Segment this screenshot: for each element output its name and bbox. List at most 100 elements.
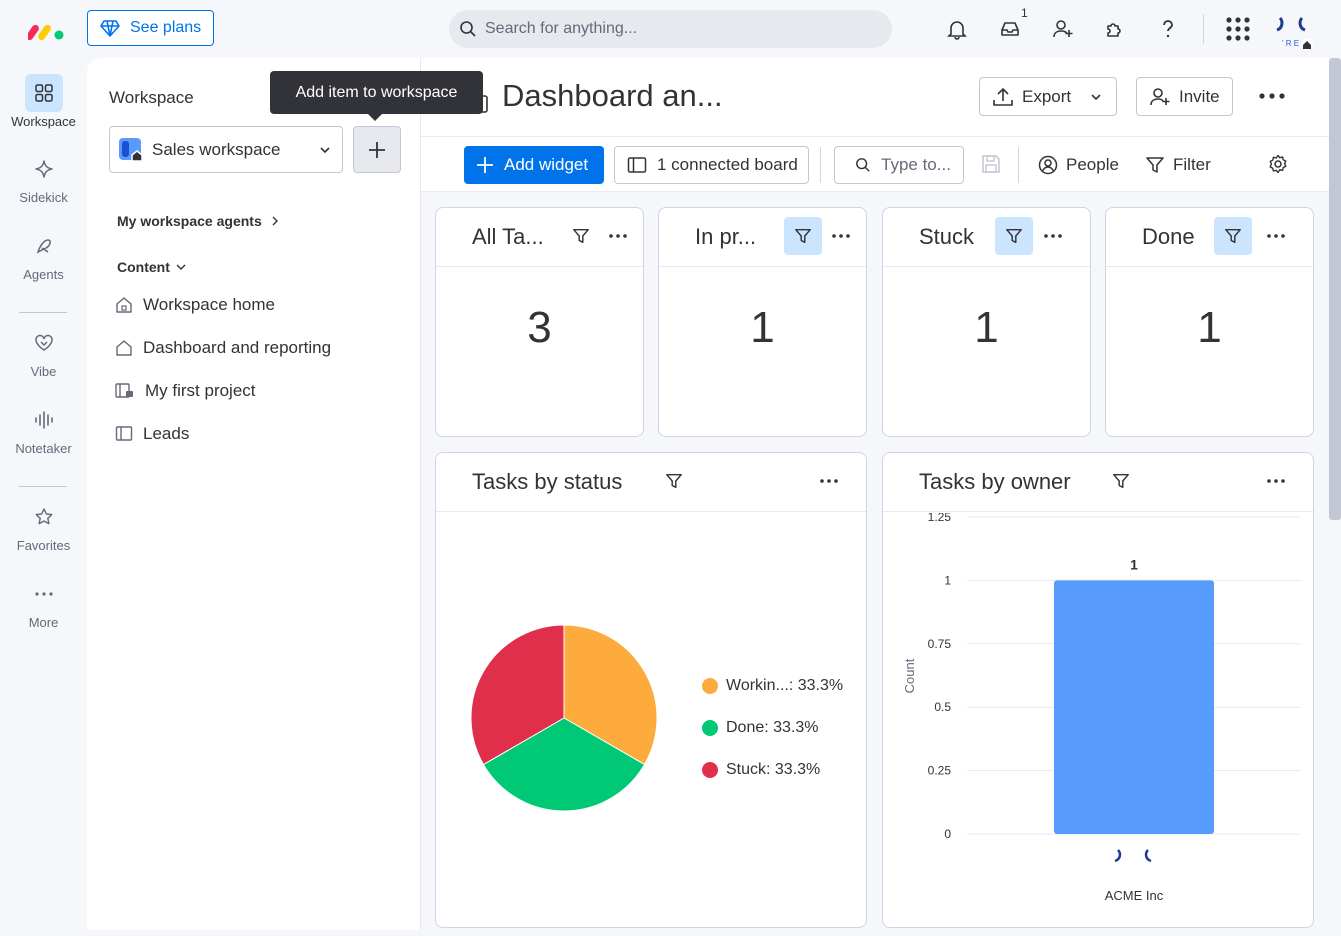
rail-label: Sidekick <box>19 190 68 205</box>
nav-item-workspace-home[interactable]: Workspace home <box>115 295 275 315</box>
monday-logo-icon[interactable] <box>28 16 66 42</box>
widget-filter-icon[interactable] <box>1102 462 1140 500</box>
global-search-input[interactable]: Search for anything... <box>449 10 892 48</box>
bar-acme-inc[interactable] <box>1054 580 1214 834</box>
y-axis-label: Count <box>902 658 917 693</box>
heart-icon <box>34 334 53 351</box>
toolbar-divider <box>1018 147 1019 183</box>
widget-done[interactable]: Done 1 <box>1105 207 1314 437</box>
rail-item-workspace[interactable]: Workspace <box>0 74 87 129</box>
nav-item-leads[interactable]: Leads <box>115 424 189 444</box>
dashboard-search-placeholder: Type to... <box>881 155 951 174</box>
rail-item-notetaker[interactable]: Notetaker <box>0 401 87 456</box>
rail-label: More <box>28 615 59 630</box>
chevron-down-icon <box>320 146 330 153</box>
widget-number: 1 <box>750 303 775 352</box>
people-filter-button[interactable]: People <box>1038 146 1119 184</box>
invite-members-icon[interactable] <box>1050 16 1076 42</box>
diamond-icon <box>100 20 120 37</box>
invite-button[interactable]: Invite <box>1136 77 1233 116</box>
filter-button[interactable]: Filter <box>1145 146 1211 184</box>
widget-filter-icon[interactable] <box>995 217 1033 255</box>
widget-menu-icon[interactable] <box>1265 225 1287 247</box>
rail-item-sidekick[interactable]: Sidekick <box>0 150 87 205</box>
dashboard-search-input[interactable]: Type to... <box>834 146 964 184</box>
widget-title: All Ta... <box>472 224 544 249</box>
workspace-selector[interactable]: Sales workspace <box>109 126 343 173</box>
chevron-right-icon <box>272 216 278 226</box>
add-widget-button[interactable]: Add widget <box>464 146 604 184</box>
grid-icon <box>34 84 53 102</box>
widget-menu-icon[interactable] <box>830 225 852 247</box>
widget-header: Tasks by owner <box>883 453 1313 512</box>
page-title[interactable]: Dashboard an... <box>502 78 723 114</box>
workspace-agents-link[interactable]: My workspace agents <box>117 213 280 229</box>
widget-menu-icon[interactable] <box>607 225 629 247</box>
vertical-scrollbar[interactable] <box>1329 58 1341 520</box>
rail-item-agents[interactable]: Agents <box>0 227 87 282</box>
rail-item-more[interactable]: More <box>0 575 87 630</box>
add-widget-label: Add widget <box>504 155 589 174</box>
export-button[interactable]: Export <box>979 77 1117 116</box>
nav-item-first-project[interactable]: My first project <box>115 381 256 401</box>
workspace-avatar-icon <box>118 137 144 163</box>
legend-label: Done: 33.3% <box>726 719 819 736</box>
filter-label: Filter <box>1173 155 1211 174</box>
widget-title: Done <box>1142 224 1195 249</box>
top-bar: See plans Search for anything... 1 ' R E <box>0 0 1341 58</box>
board-lock-icon <box>115 383 133 398</box>
widget-filter-icon[interactable] <box>784 217 822 255</box>
widget-tasks-by-status[interactable]: Tasks by status Workin...: 33.3% Done: 3… <box>435 452 867 928</box>
invite-label: Invite <box>1179 86 1220 106</box>
widget-filter-icon[interactable] <box>1214 217 1252 255</box>
add-item-button[interactable] <box>353 126 401 173</box>
widget-menu-icon[interactable] <box>1265 470 1287 492</box>
widget-title: Stuck <box>919 224 975 249</box>
svg-text:' R E: ' R E <box>1282 39 1299 48</box>
more-options-icon[interactable] <box>1257 84 1287 108</box>
gear-icon[interactable] <box>1268 154 1288 174</box>
x-tick-label: ACME Inc <box>1105 888 1164 903</box>
inbox-icon[interactable] <box>997 16 1023 42</box>
widget-menu-icon[interactable] <box>818 470 840 492</box>
legend-swatch <box>702 762 718 778</box>
rail-label: Notetaker <box>15 441 72 456</box>
apps-puzzle-icon[interactable] <box>1102 16 1128 42</box>
y-tick-label: 1.25 <box>928 513 952 524</box>
widget-number: 1 <box>1197 303 1222 352</box>
widget-all-tasks[interactable]: All Ta... 3 <box>435 207 644 437</box>
widget-tasks-by-owner[interactable]: Tasks by owner 0 0.25 0.5 0.75 1 1.25 Count 1 AC… <box>882 452 1314 928</box>
apps-grid-icon[interactable] <box>1225 16 1251 42</box>
search-icon <box>460 21 476 37</box>
nav-item-label: Workspace home <box>143 295 275 314</box>
chevron-down-icon <box>1091 93 1101 100</box>
rail-item-favorites[interactable]: Favorites <box>0 498 87 553</box>
search-placeholder: Search for anything... <box>485 20 638 37</box>
widget-filter-icon[interactable] <box>562 217 600 255</box>
connected-board-button[interactable]: 1 connected board <box>614 146 809 184</box>
content-section-toggle[interactable]: Content <box>117 259 186 275</box>
help-icon[interactable] <box>1155 16 1181 42</box>
bar-data-label: 1 <box>1130 556 1138 572</box>
see-plans-button[interactable]: See plans <box>87 10 214 46</box>
widget-title: In pr... <box>695 224 757 249</box>
nav-item-dashboard[interactable]: Dashboard and reporting <box>115 338 331 358</box>
inbox-count-badge: 1 <box>1021 6 1028 20</box>
legend-label: Stuck: 33.3% <box>726 761 821 778</box>
widget-number: 3 <box>527 303 552 352</box>
y-tick-label: 0.25 <box>928 764 952 778</box>
user-avatar[interactable]: ' R E <box>1270 12 1314 50</box>
notifications-bell-icon[interactable] <box>944 16 970 42</box>
save-icon[interactable] <box>981 154 1001 174</box>
y-tick-label: 0.5 <box>934 700 951 714</box>
widget-header: In pr... <box>659 208 866 267</box>
widget-stuck[interactable]: Stuck 1 <box>882 207 1091 437</box>
widget-in-progress[interactable]: In pr... 1 <box>658 207 867 437</box>
plus-icon <box>369 141 385 158</box>
rail-item-vibe[interactable]: Vibe <box>0 324 87 379</box>
widget-header: All Ta... <box>436 208 643 267</box>
rail-label: Favorites <box>16 538 71 553</box>
legend-item-done: Done: 33.3% <box>702 719 819 737</box>
widget-filter-icon[interactable] <box>655 462 693 500</box>
widget-menu-icon[interactable] <box>1042 225 1064 247</box>
